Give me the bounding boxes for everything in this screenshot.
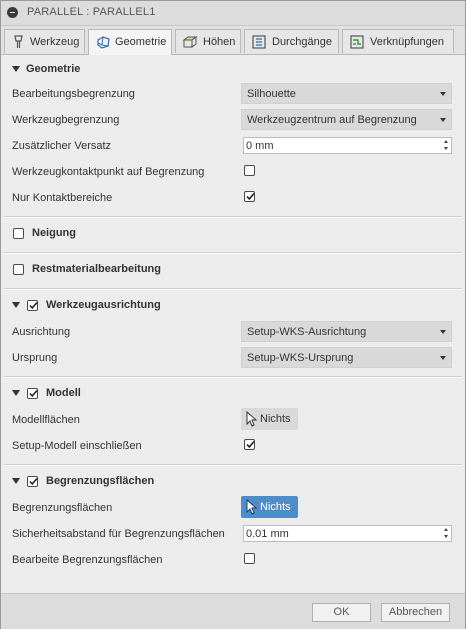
section-modell-title: Modell [46,387,81,399]
expand-arrow-icon [12,390,20,396]
kontaktpunkt-checkbox[interactable] [244,165,255,176]
tab-verknuepfungen[interactable]: Verknüpfungen [342,29,454,53]
sicherheitsabstand-input[interactable] [246,526,436,541]
kontaktbereiche-label: Nur Kontaktbereiche [12,192,113,204]
kontaktbereiche-checkbox[interactable] [244,191,255,202]
dialog-footer: OK Abbrechen [1,593,465,629]
modellflaechen-label: Modellflächen [12,414,80,426]
section-ausrichtung-title: Werkzeugausrichtung [46,299,161,311]
tab-geometrie-label: Geometrie [115,36,167,48]
versatz-spinner[interactable] [441,138,451,153]
section-neigung-title: Neigung [32,227,76,239]
werkzeugbegrenzung-value: Werkzeugzentrum auf Begrenzung [247,114,417,126]
tab-durchgaenge[interactable]: Durchgänge [244,29,339,53]
dropdown-caret-icon [440,330,446,334]
ausrichtung-value: Setup-WKS-Ausrichtung [247,326,367,338]
section-neigung-header[interactable]: Neigung [1,222,465,246]
dropdown-caret-icon [440,118,446,122]
cursor-arrow-icon [246,411,258,427]
begrenzung-checkbox[interactable] [27,476,38,487]
modellflaechen-button-label: Nichts [260,413,291,425]
begrenzungsflaechen-label: Begrenzungsflächen [12,502,113,514]
begrenzungsflaechen-button-label: Nichts [260,501,291,513]
ursprung-value: Setup-WKS-Ursprung [247,352,354,364]
begrenzungsflaechen-select-button[interactable]: Nichts [241,496,298,518]
versatz-field[interactable] [243,137,452,154]
bearbeitungsbegrenzung-value: Silhouette [247,88,296,100]
dropdown-caret-icon [440,92,446,96]
cancel-button[interactable]: Abbrechen [381,603,450,622]
checkmark-icon [29,301,38,310]
section-restmaterial-title: Restmaterialbearbeitung [32,263,161,275]
section-geometrie-header[interactable]: Geometrie [1,58,465,82]
restmaterial-checkbox[interactable] [13,264,24,275]
spin-up-icon[interactable] [444,528,448,531]
bearbeite-begrenzung-checkbox[interactable] [244,553,255,564]
section-geometrie-title: Geometrie [26,63,81,75]
expand-arrow-icon [12,66,20,72]
title-bar[interactable]: PARALLEL : PARALLEL1 [1,1,465,26]
geometry-panel: Geometrie Bearbeitungsbegrenzung Silhoue… [1,55,465,593]
checkmark-icon [246,440,255,449]
collapse-icon[interactable] [7,7,18,18]
werkzeugbegrenzung-label: Werkzeugbegrenzung [12,114,120,126]
cursor-arrow-icon [246,499,258,515]
versatz-label: Zusätzlicher Versatz [12,140,112,152]
divider [4,216,462,218]
werkzeugbegrenzung-select[interactable]: Werkzeugzentrum auf Begrenzung [241,109,452,130]
expand-arrow-icon [12,302,20,308]
geometry-cube-icon [97,36,110,49]
linking-icon [350,35,364,49]
ok-button[interactable]: OK [312,603,371,622]
modell-checkbox[interactable] [27,388,38,399]
tool-icon [14,35,23,48]
section-begrenzung-title: Begrenzungsflächen [46,475,155,487]
section-ausrichtung-header[interactable]: Werkzeugausrichtung [1,294,465,318]
tab-werkzeug[interactable]: Werkzeug [4,29,85,53]
checkmark-icon [246,192,255,201]
kontaktpunkt-label: Werkzeugkontaktpunkt auf Begrenzung [12,166,205,178]
section-modell-header[interactable]: Modell [1,382,465,406]
versatz-input[interactable] [246,138,436,153]
divider [4,376,462,378]
tab-hoehen-label: Höhen [203,36,236,48]
neigung-checkbox[interactable] [13,228,24,239]
setup-modell-checkbox[interactable] [244,439,255,450]
ausrichtung-label: Ausrichtung [12,326,71,338]
ursprung-label: Ursprung [12,352,58,364]
tab-durchgaenge-label: Durchgänge [272,36,332,48]
heights-box-icon [182,36,198,48]
ausrichtung-checkbox[interactable] [27,300,38,311]
passes-icon [252,35,266,49]
spin-down-icon[interactable] [444,147,448,150]
section-begrenzung-header[interactable]: Begrenzungsflächen [1,470,465,494]
expand-arrow-icon [12,478,20,484]
window-title: PARALLEL : PARALLEL1 [27,6,156,18]
spin-down-icon[interactable] [444,535,448,538]
bearbeite-begrenzung-label: Bearbeite Begrenzungsflächen [12,554,163,566]
divider [4,464,462,466]
tab-geometrie[interactable]: Geometrie [88,29,172,55]
sicherheitsabstand-label: Sicherheitsabstand für Begrenzungsfläche… [12,528,225,540]
tab-verknuepfungen-label: Verknüpfungen [370,36,445,48]
modellflaechen-select-button[interactable]: Nichts [241,408,298,430]
parallel-dialog: PARALLEL : PARALLEL1 Werkzeug Geometrie … [0,0,466,629]
checkmark-icon [29,477,38,486]
setup-modell-label: Setup-Modell einschließen [12,440,142,452]
sicherheitsabstand-field[interactable] [243,525,452,542]
ursprung-select[interactable]: Setup-WKS-Ursprung [241,347,452,368]
bearbeitungsbegrenzung-label: Bearbeitungsbegrenzung [12,88,135,100]
divider [4,288,462,290]
bearbeitungsbegrenzung-select[interactable]: Silhouette [241,83,452,104]
divider [4,252,462,254]
sicherheitsabstand-spinner[interactable] [441,526,451,541]
tab-bar: Werkzeug Geometrie Höhen Durchgänge Verk… [1,26,465,55]
tab-werkzeug-label: Werkzeug [30,36,80,48]
spin-up-icon[interactable] [444,140,448,143]
ausrichtung-select[interactable]: Setup-WKS-Ausrichtung [241,321,452,342]
section-restmaterial-header[interactable]: Restmaterialbearbeitung [1,258,465,282]
checkmark-icon [29,389,38,398]
dropdown-caret-icon [440,356,446,360]
tab-hoehen[interactable]: Höhen [175,29,241,53]
